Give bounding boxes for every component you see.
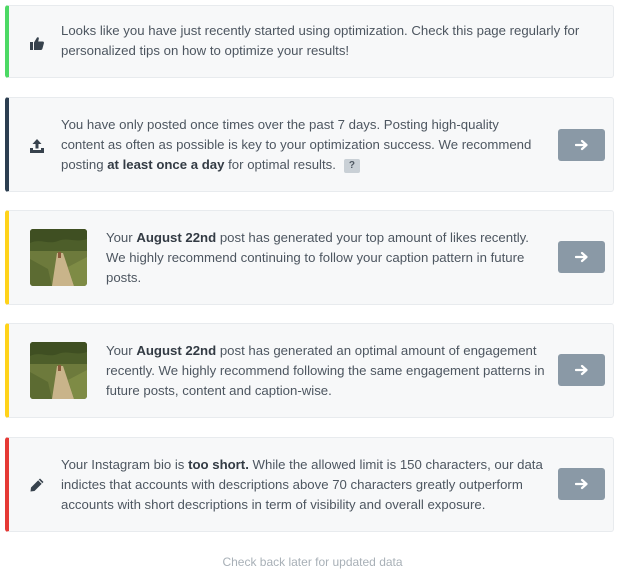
post-thumbnail[interactable]: [30, 229, 87, 286]
arrow-right-icon: [574, 251, 588, 263]
tip-card-posting-frequency: You have only posted once times over the…: [5, 97, 614, 192]
tip-text-highlight: at least once a day: [107, 157, 225, 172]
tip-card-engagement: Your August 22nd post has generated an o…: [5, 323, 614, 418]
help-badge[interactable]: ?: [343, 159, 360, 173]
open-tip-button[interactable]: [558, 129, 605, 161]
tip-text-part: Your: [106, 230, 137, 245]
tip-text-part: for optimal results.: [224, 157, 336, 172]
tip-text-highlight: August 22nd: [136, 343, 217, 358]
tip-card-getting-started: Looks like you have just recently starte…: [5, 5, 614, 78]
tip-text-part: Your: [106, 343, 137, 358]
tip-text: Your Instagram bio is too short. While t…: [61, 455, 546, 515]
tip-text: Your August 22nd post has generated your…: [106, 228, 546, 288]
tip-text: Your August 22nd post has generated an o…: [106, 341, 546, 401]
tip-text: Looks like you have just recently starte…: [61, 23, 580, 58]
footer-note: Check back later for updated data: [222, 555, 403, 569]
tip-text-highlight: too short.: [188, 457, 249, 472]
tip-text-highlight: August 22nd: [136, 230, 217, 245]
upload-icon: [29, 138, 45, 154]
pencil-icon: [29, 477, 45, 493]
tip-card-bio-length: Your Instagram bio is too short. While t…: [5, 437, 614, 532]
thumbs-up-icon: [29, 35, 45, 51]
arrow-right-icon: [574, 139, 588, 151]
arrow-right-icon: [574, 364, 588, 376]
open-tip-button[interactable]: [558, 241, 605, 273]
tip-card-top-likes: Your August 22nd post has generated your…: [5, 210, 614, 305]
tip-text: You have only posted once times over the…: [61, 115, 541, 175]
tip-text-part: Your Instagram bio is: [61, 457, 189, 472]
open-tip-button[interactable]: [558, 468, 605, 500]
open-tip-button[interactable]: [558, 354, 605, 386]
arrow-right-icon: [574, 478, 588, 490]
post-thumbnail[interactable]: [30, 342, 87, 399]
optimization-tips-panel: Looks like you have just recently starte…: [0, 0, 625, 577]
